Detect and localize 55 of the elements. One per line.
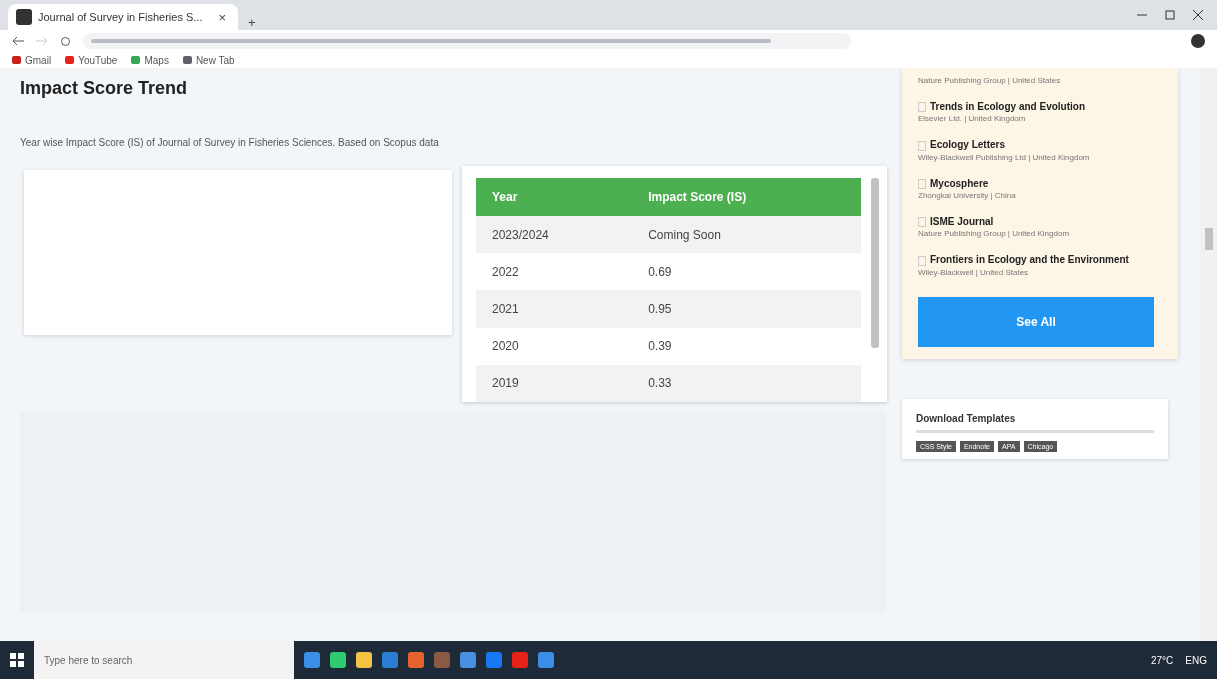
table-cell: 2019 xyxy=(476,364,633,402)
table-cell: Coming Soon xyxy=(632,216,861,254)
table-cell: 0.95 xyxy=(632,290,861,328)
taskbar-app-icon[interactable] xyxy=(304,652,320,668)
back-icon[interactable] xyxy=(12,36,24,46)
tab-close-button[interactable]: × xyxy=(214,9,230,25)
taskbar-app-icon[interactable] xyxy=(512,652,528,668)
profile-avatar-icon[interactable] xyxy=(1191,34,1205,48)
taskbar-app-icon[interactable] xyxy=(486,652,502,668)
publisher-text: Elsevier Ltd. | United Kingdom xyxy=(918,113,1027,126)
reload-icon[interactable] xyxy=(60,35,71,47)
taskbar-app-icon[interactable] xyxy=(408,652,424,668)
forward-icon[interactable] xyxy=(36,36,48,46)
bookmark-link[interactable]: Gmail xyxy=(12,54,52,66)
page-icon xyxy=(16,9,32,25)
section-heading: Impact Score Trend xyxy=(20,78,189,99)
new-tab-button[interactable]: + xyxy=(244,15,260,30)
taskbar-app-icon[interactable] xyxy=(460,652,476,668)
publisher-text: Wiley-Blackwell | United States xyxy=(918,266,1030,279)
journal-link[interactable]: Ecology Letters xyxy=(918,139,1168,151)
publisher-text: Zhongkai University | China xyxy=(918,190,1017,203)
bookmark-link[interactable]: New Tab xyxy=(182,54,235,66)
publisher-text: Nature Publishing Group | United Kingdom xyxy=(918,228,1071,241)
taskbar-app-icon[interactable] xyxy=(434,652,450,668)
taskbar-search-field[interactable]: Type here to search xyxy=(34,641,294,679)
windows-start-icon[interactable] xyxy=(10,653,24,667)
table-cell: 2021 xyxy=(476,290,633,328)
bookmark-link[interactable]: Maps xyxy=(131,54,169,66)
table-cell: 0.39 xyxy=(632,327,861,365)
restore-icon[interactable] xyxy=(1165,10,1175,20)
journal-link[interactable]: Trends in Ecology and Evolution xyxy=(918,101,1168,113)
column-header: Year xyxy=(476,178,633,216)
column-header: Impact Score (IS) xyxy=(632,178,861,216)
journal-link[interactable]: Frontiers in Ecology and the Environment xyxy=(918,254,1168,266)
language-indicator[interactable]: ENG xyxy=(1185,654,1207,666)
browser-tab[interactable]: Journal of Survey in Fisheries S... × xyxy=(8,4,238,30)
table-cell: 2023/2024 xyxy=(476,216,633,254)
table-cell: 0.69 xyxy=(632,253,861,291)
publisher-text: Wiley-Blackwell Publishing Ltd | United Kingdom xyxy=(918,151,1091,164)
journal-link[interactable]: Mycosphere xyxy=(918,177,1168,190)
taskbar-app-icon[interactable] xyxy=(382,652,398,668)
templates-heading: Download Templates xyxy=(916,412,1154,433)
bookmark-link[interactable]: YouTube xyxy=(65,54,118,66)
journal-link[interactable]: ISME Journal xyxy=(918,216,1168,228)
table-cell: 0.33 xyxy=(632,364,861,402)
table-cell: 2020 xyxy=(476,327,633,365)
taskbar-app-icon[interactable] xyxy=(356,652,372,668)
close-icon[interactable] xyxy=(1193,10,1203,20)
weather-text: 27°C xyxy=(1151,654,1174,666)
publisher-text: Nature Publishing Group | United States xyxy=(918,75,1062,87)
table-cell: 2022 xyxy=(476,253,633,291)
taskbar-app-icon[interactable] xyxy=(330,652,346,668)
section-description: Year wise Impact Score (IS) of Journal of Survey in Fisheries Sciences. Based on Scopus data xyxy=(20,137,440,148)
taskbar-app-icon[interactable] xyxy=(538,652,554,668)
tab-title: Journal of Survey in Fisheries S... xyxy=(38,11,204,23)
